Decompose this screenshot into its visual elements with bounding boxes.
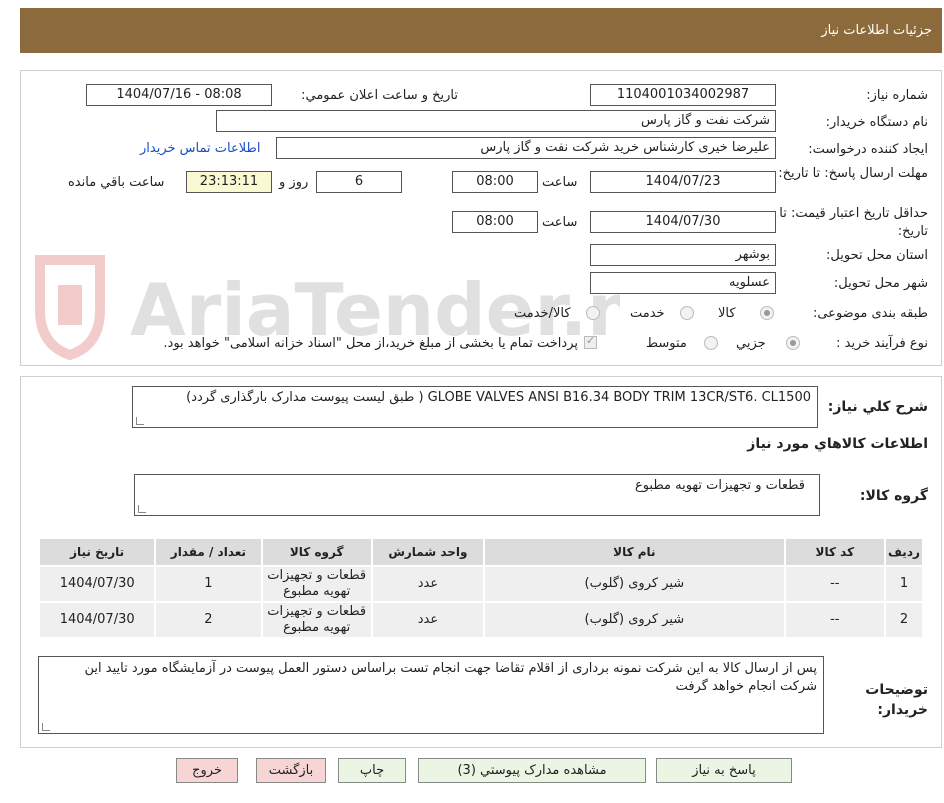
cell-row: 2 xyxy=(883,601,925,639)
cell-qty: 2 xyxy=(154,601,263,639)
process-radio-medium[interactable] xyxy=(704,336,718,350)
cell-unit: عدد xyxy=(370,565,486,603)
cell-name: شیر کروی (گلوب) xyxy=(483,565,786,603)
category-radio-goods[interactable] xyxy=(760,306,774,320)
process-radio-minor[interactable] xyxy=(786,336,800,350)
category-option-service: خدمت xyxy=(630,306,665,321)
creator-label: ایجاد کننده درخواست: xyxy=(808,142,928,157)
cell-unit: عدد xyxy=(370,601,486,639)
buyer-notes-textarea: پس از ارسال کالا به این شرکت نمونه بردار… xyxy=(38,656,824,734)
print-button[interactable]: چاپ xyxy=(338,758,406,783)
goods-table: ردیف کد کالا نام کالا واحد شمارش گروه کا… xyxy=(37,537,925,639)
process-option-minor: جزیي xyxy=(736,336,766,351)
page-title: جزئیات اطلاعات نیاز xyxy=(821,23,932,38)
category-radio-service[interactable] xyxy=(680,306,694,320)
cell-qty: 1 xyxy=(154,565,263,603)
goods-info-title: اطلاعات کالاهاي مورد نیاز xyxy=(747,436,928,452)
cell-code: -- xyxy=(783,565,886,603)
goods-group-textarea: قطعات و تجهیزات تهویه مطبوع xyxy=(134,474,820,516)
resize-grip-icon[interactable] xyxy=(138,505,146,513)
category-radio-goods-service[interactable] xyxy=(586,306,600,320)
deadline-label: مهلت ارسال پاسخ: تا تاریخ: xyxy=(778,166,928,181)
province-field: بوشهر xyxy=(590,244,776,266)
col-qty: تعداد / مقدار xyxy=(154,537,263,567)
category-option-goods: کالا xyxy=(718,306,736,321)
col-row: ردیف xyxy=(883,537,925,567)
goods-group-text: قطعات و تجهیزات تهویه مطبوع xyxy=(634,478,805,493)
province-label: استان محل تحویل: xyxy=(826,248,928,263)
resize-grip-icon[interactable] xyxy=(136,417,144,425)
back-button[interactable]: بازگشت xyxy=(256,758,326,783)
city-field: عسلویه xyxy=(590,272,776,294)
reply-button[interactable]: پاسخ به نیاز xyxy=(656,758,792,783)
view-attachments-button[interactable]: مشاهده مدارک پیوستي (3) xyxy=(418,758,646,783)
resize-grip-icon[interactable] xyxy=(42,723,50,731)
announce-date-label: تاریخ و ساعت اعلان عمومي: xyxy=(301,88,458,103)
buyer-contact-link[interactable]: اطلاعات تماس خریدار xyxy=(140,141,260,156)
summary-label: شرح کلي نیاز: xyxy=(827,399,928,415)
buyer-org-field: شرکت نفت و گاز پارس xyxy=(216,110,776,132)
days-field: 6 xyxy=(316,171,402,193)
col-date: تاریخ نیاز xyxy=(37,537,157,567)
category-label: طبقه بندی موضوعی: xyxy=(812,306,928,321)
need-number-label: شماره نیاز: xyxy=(866,88,928,103)
cell-row: 1 xyxy=(883,565,925,603)
summary-textarea: GLOBE VALVES ANSI B16.34 BODY TRIM 13CR/… xyxy=(132,386,818,428)
buyer-org-label: نام دستگاه خریدار: xyxy=(825,115,928,130)
page-header: جزئیات اطلاعات نیاز xyxy=(20,8,942,53)
table-header-row: ردیف کد کالا نام کالا واحد شمارش گروه کا… xyxy=(37,537,925,567)
deadline-time-label: ساعت xyxy=(542,175,578,190)
buyer-notes-text: پس از ارسال کالا به این شرکت نمونه بردار… xyxy=(84,661,817,694)
cell-date: 1404/07/30 xyxy=(37,601,157,639)
city-label: شهر محل تحویل: xyxy=(833,276,928,291)
cell-code: -- xyxy=(783,601,886,639)
price-validity-date-field: 1404/07/30 xyxy=(590,211,776,233)
remaining-label: ساعت باقي مانده xyxy=(68,175,165,190)
price-validity-time-label: ساعت xyxy=(542,215,578,230)
cell-group: قطعات و تجهیزات تهویه مطبوع xyxy=(260,565,373,603)
days-label: روز و xyxy=(279,175,309,190)
announce-date-field: 1404/07/16 - 08:08 xyxy=(86,84,272,106)
price-validity-label: حداقل تاریخ اعتبار قیمت: تا تاریخ: xyxy=(779,206,928,239)
exit-button[interactable]: خروج xyxy=(176,758,238,783)
table-row: 1 -- شیر کروی (گلوب) عدد قطعات و تجهیزات… xyxy=(37,565,925,603)
shield-icon xyxy=(35,255,105,360)
need-number-field: 1104001034002987 xyxy=(590,84,776,106)
cell-group: قطعات و تجهیزات تهویه مطبوع xyxy=(260,601,373,639)
creator-field: علیرضا خیری کارشناس خرید شرکت نفت و گاز … xyxy=(276,137,776,159)
deadline-date-field: 1404/07/23 xyxy=(590,171,776,193)
col-unit: واحد شمارش xyxy=(370,537,486,567)
category-option-goods-service: کالا/خدمت xyxy=(514,306,571,321)
buyer-notes-label: توضیحات خریدار: xyxy=(865,682,928,718)
col-code: کد کالا xyxy=(783,537,886,567)
process-label: نوع فرآیند خرید : xyxy=(836,336,928,351)
cell-date: 1404/07/30 xyxy=(37,565,157,603)
treasury-payment-note: پرداخت تمام یا بخشی از مبلغ خرید،از محل … xyxy=(163,336,578,351)
deadline-time-field: 08:00 xyxy=(452,171,538,193)
cell-name: شیر کروی (گلوب) xyxy=(483,601,786,639)
goods-group-label: گروه کالا: xyxy=(859,488,928,504)
treasury-payment-checkbox[interactable] xyxy=(584,334,597,349)
col-name: نام کالا xyxy=(483,537,786,567)
remaining-time-field: 23:13:11 xyxy=(186,171,272,193)
price-validity-time-field: 08:00 xyxy=(452,211,538,233)
summary-text: GLOBE VALVES ANSI B16.34 BODY TRIM 13CR/… xyxy=(186,390,811,405)
table-row: 2 -- شیر کروی (گلوب) عدد قطعات و تجهیزات… xyxy=(37,601,925,639)
process-option-medium: متوسط xyxy=(646,336,687,351)
col-group: گروه کالا xyxy=(260,537,373,567)
